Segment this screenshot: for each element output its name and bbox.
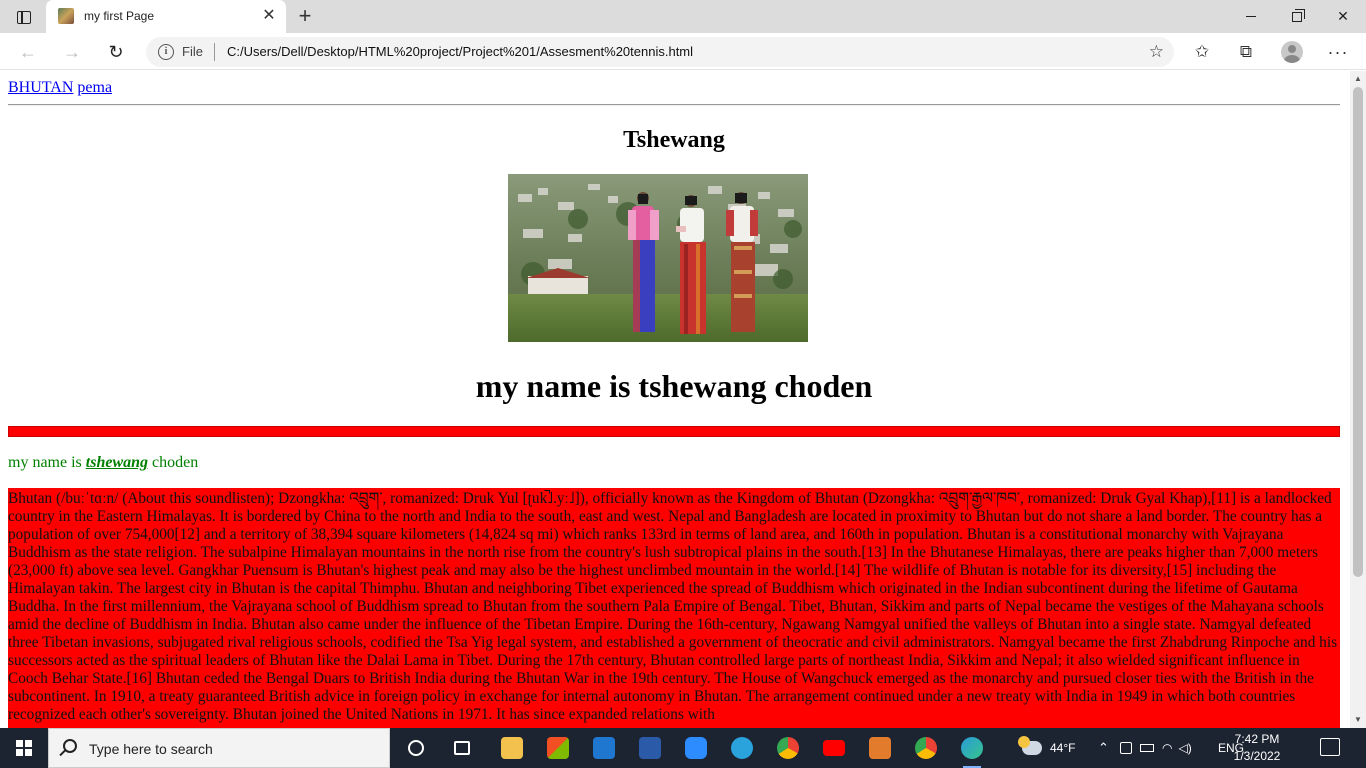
tray-chevron-icon[interactable]: ⌃ — [1098, 728, 1109, 768]
task-view-icon[interactable] — [397, 732, 435, 764]
link-pema[interactable]: pema — [77, 79, 112, 96]
zoom-icon[interactable] — [677, 732, 715, 764]
start-button[interactable] — [0, 728, 48, 768]
taskbar-search[interactable]: Type here to search — [48, 728, 390, 768]
widgets-icon[interactable] — [443, 732, 481, 764]
tab-actions-button[interactable] — [10, 5, 38, 29]
bhutan-paragraph: Bhutan (/buːˈtɑːn/ (About this soundlist… — [8, 488, 1340, 728]
address-bar[interactable]: i File C:/Users/Dell/Desktop/HTML%20proj… — [146, 37, 1174, 67]
scroll-down-icon[interactable]: ▼ — [1353, 715, 1363, 725]
favicon-icon — [58, 8, 74, 24]
link-bhutan[interactable]: BHUTAN — [8, 79, 73, 96]
word-icon[interactable] — [631, 732, 669, 764]
taskbar: Type here to search 44°F ⌃ ◠ ◁) ENG 7:42… — [0, 728, 1366, 768]
meet-icon — [1120, 742, 1132, 754]
page-viewport: BHUTAN pema Tshewang my name is tshewang… — [0, 71, 1350, 728]
tab-actions-icon — [17, 10, 31, 24]
red-banner — [8, 426, 1340, 437]
tab-active[interactable]: my first Page ✕ — [46, 0, 286, 33]
name-suffix: choden — [148, 454, 199, 471]
wifi-icon: ◠ — [1162, 741, 1173, 755]
weather-temp: 44°F — [1050, 741, 1076, 755]
bhutan-women-photo — [508, 174, 808, 342]
top-links: BHUTAN pema — [8, 79, 112, 97]
windows-icon — [16, 740, 32, 756]
restore-icon — [1292, 8, 1305, 22]
scroll-up-icon[interactable]: ▲ — [1353, 74, 1363, 84]
notifications-icon[interactable] — [1320, 738, 1340, 756]
name-emphasis: tshewang — [85, 454, 149, 471]
mail-icon[interactable] — [585, 732, 623, 764]
tab-title: my first Page — [84, 9, 155, 23]
forward-button[interactable]: → — [58, 38, 86, 66]
chrome-icon[interactable] — [907, 732, 945, 764]
weather-widget[interactable]: 44°F — [1018, 728, 1076, 768]
back-button[interactable]: ← — [14, 38, 42, 66]
page-title: my name is tshewang choden — [475, 368, 873, 404]
tab-close-button[interactable]: ✕ — [260, 7, 278, 25]
battery-icon — [1140, 744, 1154, 752]
store-icon[interactable] — [539, 732, 577, 764]
reload-button[interactable]: ↻ — [102, 38, 130, 66]
sublime-icon[interactable] — [861, 732, 899, 764]
add-favorite-icon[interactable]: ☆ — [1149, 42, 1164, 62]
profile-button[interactable] — [1279, 39, 1305, 65]
volume-icon: ◁) — [1178, 741, 1192, 755]
new-tab-button[interactable]: + — [292, 4, 318, 30]
tab-bar: my first Page ✕ + ✕ — [0, 0, 1366, 33]
tray-status-icons[interactable]: ◠ ◁) — [1120, 728, 1192, 768]
name-prefix: my name is — [8, 454, 86, 471]
vertical-scrollbar[interactable]: ▲ ▼ — [1350, 71, 1366, 728]
taskbar-clock[interactable]: 7:42 PM 1/3/2022 — [1222, 731, 1292, 765]
close-window-button[interactable]: ✕ — [1320, 0, 1366, 33]
telegram-icon[interactable] — [723, 732, 761, 764]
minimize-button[interactable] — [1228, 0, 1274, 33]
search-placeholder: Type here to search — [89, 741, 213, 757]
minimize-icon — [1246, 16, 1256, 17]
info-icon[interactable]: i — [158, 44, 174, 60]
page-subtitle: Tshewang — [623, 127, 725, 153]
clock-time: 7:42 PM — [1234, 732, 1280, 746]
scroll-thumb[interactable] — [1353, 87, 1363, 577]
search-icon — [63, 739, 77, 753]
file-explorer-icon[interactable] — [493, 732, 531, 764]
horizontal-rule — [8, 104, 1340, 106]
address-separator — [214, 43, 215, 61]
avatar-icon — [1281, 41, 1303, 63]
collections-icon[interactable]: ⧉ — [1233, 39, 1259, 65]
more-menu-button[interactable]: ··· — [1325, 39, 1351, 65]
youtube-icon[interactable] — [815, 732, 853, 764]
edge-icon[interactable] — [953, 732, 991, 768]
clock-date: 1/3/2022 — [1233, 749, 1281, 763]
navigation-bar: ← → ↻ i File C:/Users/Dell/Desktop/HTML%… — [0, 33, 1366, 70]
file-label: File — [182, 44, 203, 59]
name-line: my name is tshewang choden — [8, 454, 198, 472]
weather-icon — [1018, 736, 1042, 755]
url-text[interactable]: C:/Users/Dell/Desktop/HTML%20project/Pro… — [227, 44, 693, 59]
restore-button[interactable] — [1274, 0, 1320, 33]
favorites-icon[interactable]: ✩ — [1189, 39, 1215, 65]
chrome-icon[interactable] — [769, 732, 807, 764]
